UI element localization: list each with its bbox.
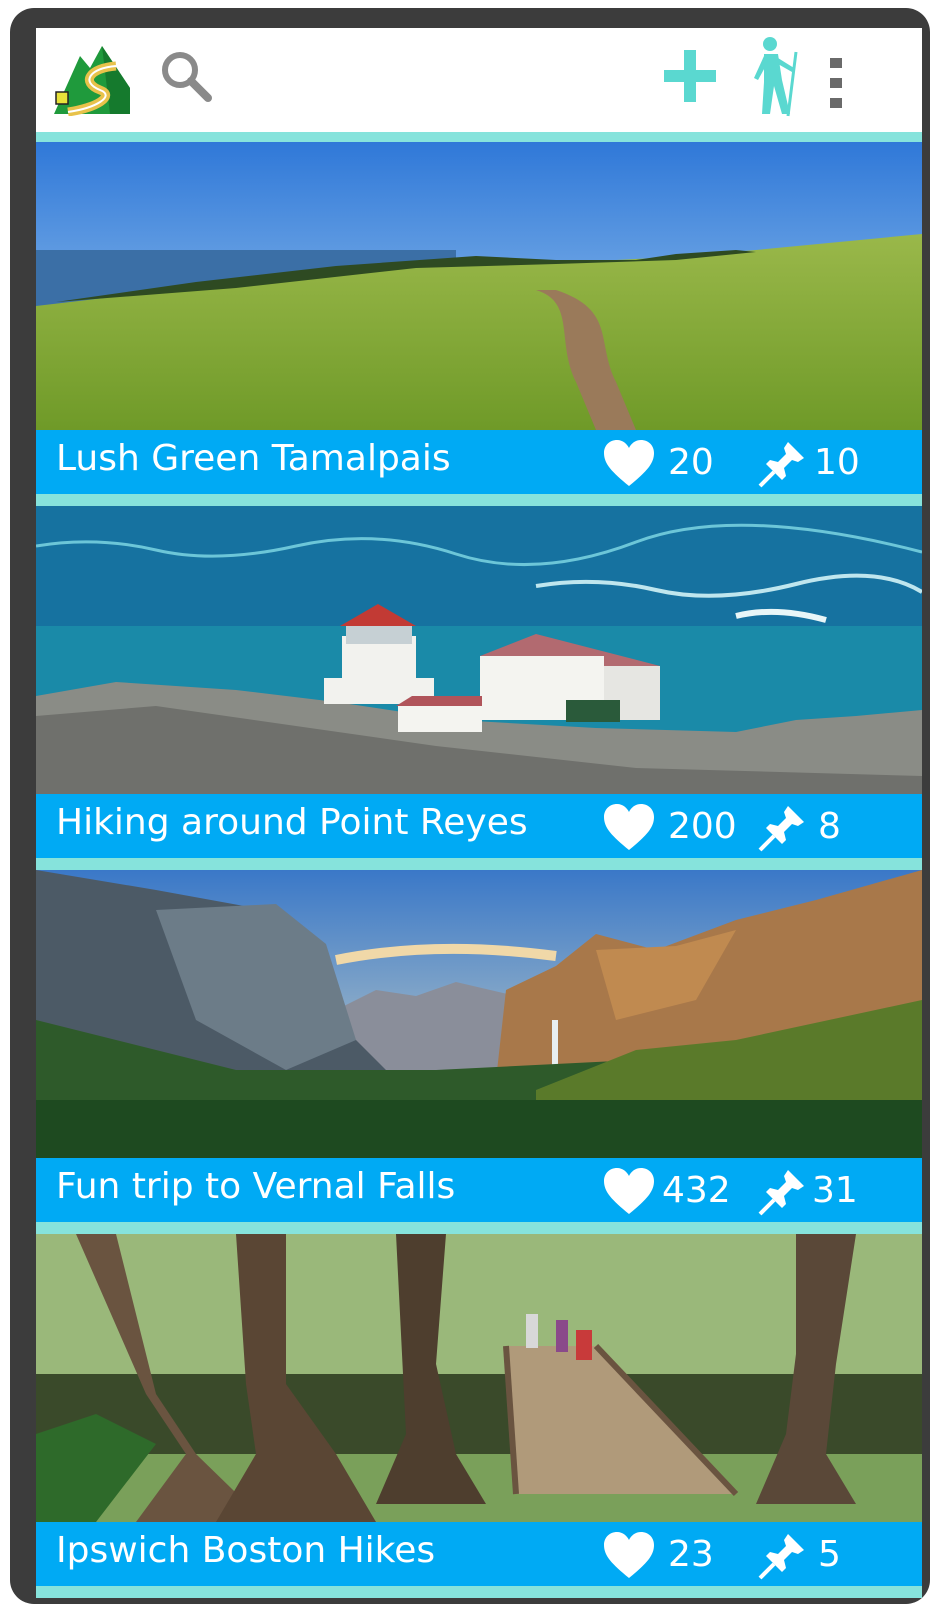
phone-frame: Lush Green Tamalpais 20 10 Hiking around… xyxy=(10,8,930,1604)
trip-photo[interactable] xyxy=(36,870,922,1158)
pin-count: 5 xyxy=(818,1534,841,1575)
trip-info-bar: Fun trip to Vernal Falls 432 31 xyxy=(36,1158,922,1234)
search-icon[interactable] xyxy=(158,48,214,104)
pin-count: 8 xyxy=(818,806,841,847)
plus-icon[interactable] xyxy=(660,46,720,106)
like-count: 23 xyxy=(668,1534,714,1575)
trip-card[interactable]: Fun trip to Vernal Falls 432 31 xyxy=(36,870,922,1234)
trip-title[interactable]: Fun trip to Vernal Falls xyxy=(56,1164,455,1210)
pin-icon[interactable] xyxy=(758,1532,806,1580)
pin-count: 31 xyxy=(812,1170,858,1211)
trip-info-bar: Lush Green Tamalpais 20 10 xyxy=(36,430,922,506)
mountain-road-logo-icon[interactable] xyxy=(50,38,132,116)
more-vert-icon[interactable] xyxy=(822,56,852,110)
like-count: 432 xyxy=(662,1170,731,1211)
trip-info-bar: Hiking around Point Reyes 200 8 xyxy=(36,794,922,870)
trip-photo[interactable] xyxy=(36,142,922,430)
app-screen: Lush Green Tamalpais 20 10 Hiking around… xyxy=(36,28,922,1598)
trip-photo[interactable] xyxy=(36,1234,922,1522)
trip-title[interactable]: Lush Green Tamalpais xyxy=(56,436,451,482)
pin-icon[interactable] xyxy=(758,804,806,852)
trip-card[interactable]: Lush Green Tamalpais 20 10 xyxy=(36,142,922,506)
trip-card[interactable]: Hiking around Point Reyes 200 8 xyxy=(36,506,922,870)
hiker-icon[interactable] xyxy=(746,34,806,120)
heart-icon[interactable] xyxy=(602,438,656,488)
heart-icon[interactable] xyxy=(602,802,656,852)
pin-icon[interactable] xyxy=(758,440,806,488)
heart-icon[interactable] xyxy=(602,1166,656,1216)
pin-icon[interactable] xyxy=(758,1168,806,1216)
trip-title[interactable]: Ipswich Boston Hikes xyxy=(56,1528,435,1574)
trip-card[interactable]: Ipswich Boston Hikes 23 5 xyxy=(36,1234,922,1598)
trip-title[interactable]: Hiking around Point Reyes xyxy=(56,800,528,846)
heart-icon[interactable] xyxy=(602,1530,656,1580)
trip-photo[interactable] xyxy=(36,506,922,794)
like-count: 20 xyxy=(668,442,714,483)
trip-info-bar: Ipswich Boston Hikes 23 5 xyxy=(36,1522,922,1598)
like-count: 200 xyxy=(668,806,737,847)
app-bar xyxy=(36,28,922,142)
pin-count: 10 xyxy=(814,442,860,483)
